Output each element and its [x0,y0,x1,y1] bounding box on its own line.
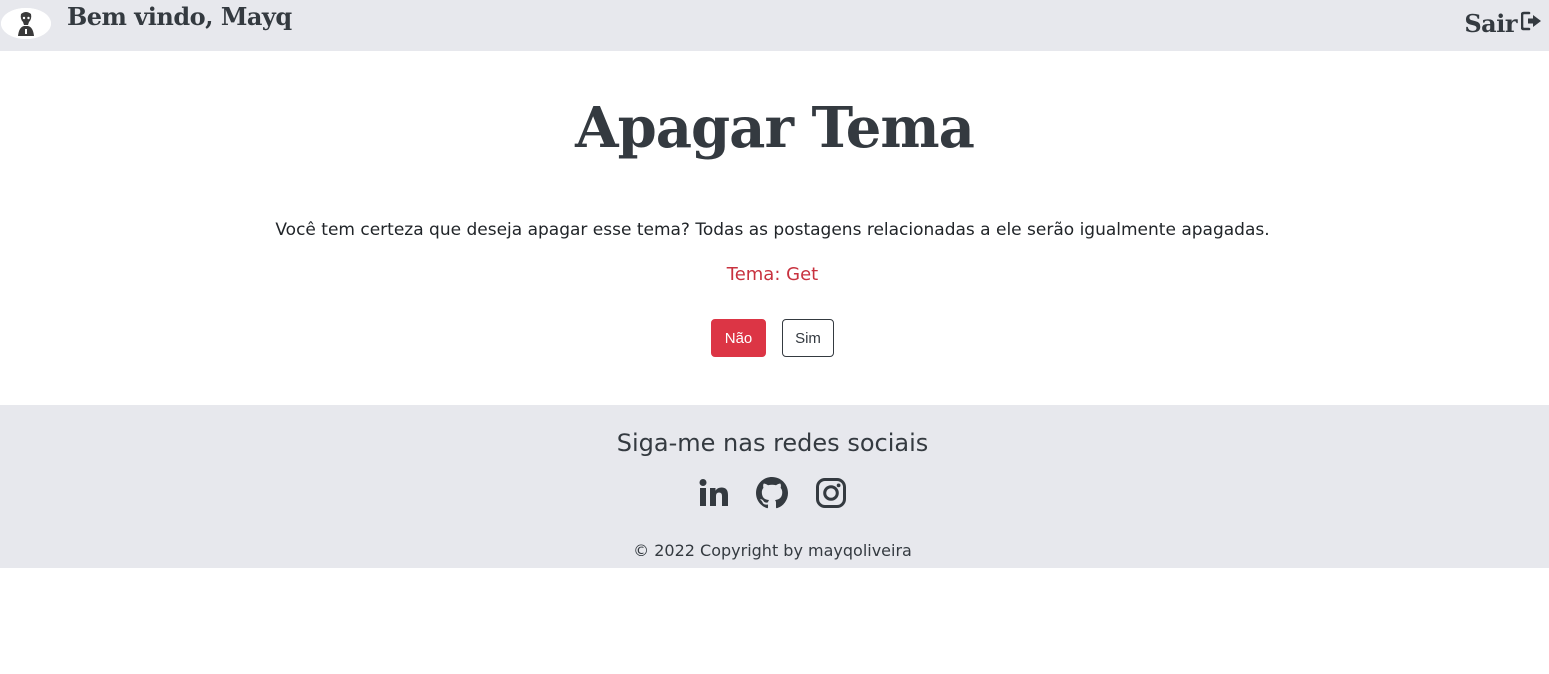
delete-confirmation-text: Você tem certeza que deseja apagar esse … [275,220,1270,240]
footer: Siga-me nas redes sociais © 2022 Copyrig… [0,405,1549,568]
github-icon[interactable] [755,476,789,510]
footer-heading: Siga-me nas redes sociais [616,429,929,457]
yes-button[interactable]: Sim [782,319,834,357]
navbar: Bem vindo, Mayq Sair [0,0,1549,51]
page-title: Apagar Tema [575,95,975,161]
avatar-image [1,8,51,39]
linkedin-icon[interactable] [697,476,731,510]
theme-name: Tema: Get [726,264,819,285]
instagram-icon[interactable] [814,476,848,510]
logout-button[interactable]: Sair [1464,6,1543,40]
copyright-text: © 2022 Copyright by mayqoliveira [633,541,912,560]
welcome-text: Bem vindo, Mayq [67,2,292,31]
sign-out-icon [1520,11,1543,35]
no-button[interactable]: Não [711,319,766,357]
logout-label: Sair [1464,8,1517,38]
user-avatar[interactable] [1,8,51,39]
